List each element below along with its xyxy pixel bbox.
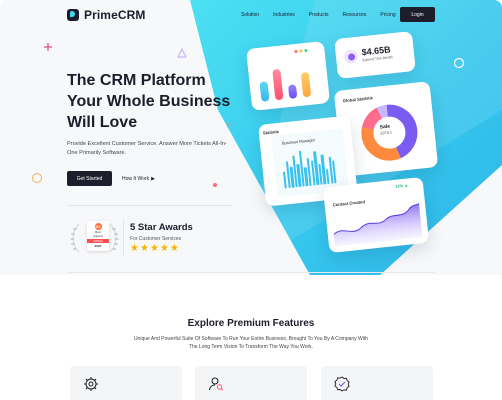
statistic-bars: [281, 145, 341, 189]
login-button[interactable]: Login: [400, 7, 435, 22]
award-badge-area: G2 Best Support SPRING 2024: [67, 218, 122, 258]
laurel-left-icon: [70, 223, 80, 253]
badge-ribbon: SPRING: [87, 239, 109, 243]
mini-bar-chart: [258, 60, 319, 102]
hero-headline: The CRM Platform Your Whole Business Wil…: [67, 70, 237, 133]
nav-pricing[interactable]: Pricing: [380, 12, 395, 18]
logo-icon: [67, 9, 79, 21]
contact-created-card: Contact Created 12% ▲: [322, 176, 430, 254]
main-nav: Solution Industries Products Resources P…: [241, 12, 410, 18]
gear-icon: [84, 377, 98, 391]
award-title: 5 Star Awards: [130, 222, 193, 233]
get-started-button[interactable]: Get Started: [67, 171, 112, 186]
ring-decoration-icon: [32, 173, 42, 183]
area-chart: [333, 203, 423, 247]
contact-growth: 12% ▲: [394, 182, 409, 189]
global-statistic-title: Global Statistic: [342, 95, 374, 104]
window-dots: [294, 48, 308, 54]
donut-center-label: Sale: [379, 123, 391, 131]
headline-line-3: Will Love: [67, 114, 138, 131]
earned-avatar: [343, 48, 359, 65]
g2-logo: G2: [94, 223, 102, 230]
brand-name: PrimeCRM: [84, 8, 146, 22]
brand-logo[interactable]: PrimeCRM: [67, 8, 145, 22]
triangle-decoration-icon: [177, 47, 187, 58]
star-icon: ★: [139, 243, 149, 254]
how-it-work-button[interactable]: How It Work ▶: [122, 171, 155, 186]
verified-badge-icon: [334, 376, 350, 392]
dot-decoration-icon: [213, 183, 217, 187]
earned-card: $4.65B Earned This Month: [334, 31, 416, 79]
star-icon: ★: [159, 243, 169, 254]
play-icon: ▶: [151, 175, 155, 182]
nav-industries[interactable]: Industries: [273, 12, 295, 18]
nav-products[interactable]: Products: [309, 12, 329, 18]
headline-line-2: Your Whole Business: [67, 93, 231, 110]
badge-line-2: Support: [93, 234, 103, 238]
badge-year: 2024: [94, 244, 102, 248]
headline-line-1: The CRM Platform: [67, 72, 206, 89]
plus-decoration-icon: [44, 43, 52, 51]
g2-award-badge: G2 Best Support SPRING 2024: [87, 221, 109, 251]
nav-solution[interactable]: Solution: [241, 12, 259, 18]
how-it-work-label: How It Work: [122, 175, 150, 182]
star-icon: ★: [149, 243, 159, 254]
features-title: Explore Premium Features: [187, 318, 315, 329]
feature-card[interactable]: [70, 366, 182, 400]
feature-card[interactable]: [195, 366, 307, 400]
rating-stars: ★ ★ ★ ★ ★: [130, 244, 179, 254]
mini-bar: [287, 83, 298, 99]
award-subtitle: For Customer Services: [130, 236, 182, 242]
mini-bar: [300, 71, 312, 98]
star-icon: ★: [169, 243, 179, 254]
hero-divider: [67, 205, 232, 206]
mini-bar: [259, 81, 270, 102]
user-search-icon: [209, 377, 224, 391]
star-icon: ★: [130, 243, 139, 254]
hero-subtext: Provide Excellent Customer Service. Answ…: [67, 141, 227, 156]
chart-title: Business Manager: [281, 137, 316, 146]
mini-bar: [272, 69, 284, 101]
bars-card: [245, 41, 331, 111]
laurel-right-icon: [109, 223, 119, 253]
page: PrimeCRM Solution Industries Products Re…: [0, 0, 502, 400]
section-divider: [67, 272, 435, 273]
features-subtitle: Unique And Powerful Suite Of Software To…: [133, 336, 369, 350]
circle-decoration-icon: [453, 57, 465, 69]
award-divider: [123, 220, 124, 256]
nav-resources[interactable]: Resources: [343, 12, 367, 18]
feature-card[interactable]: [321, 366, 433, 400]
